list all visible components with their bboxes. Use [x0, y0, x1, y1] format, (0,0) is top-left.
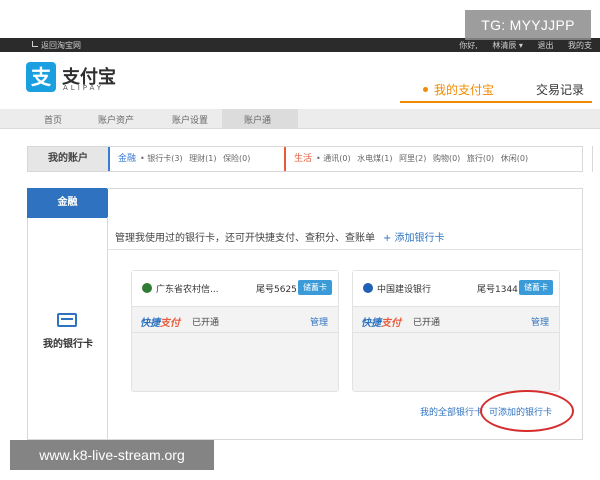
- finance-item-bankcard[interactable]: 银行卡(3): [147, 154, 182, 163]
- bank-card-header: 中国建设银行 尾号1344 储蓄卡: [353, 271, 559, 307]
- quick-pay-row: 快捷支付 已开通 管理: [132, 307, 338, 333]
- quick-pay-status: 已开通: [413, 318, 441, 328]
- my-alipay-link[interactable]: 我的支付宝: [423, 81, 494, 98]
- finance-category[interactable]: 金融: [118, 154, 136, 164]
- bank-name: 广东省农村信...: [156, 285, 219, 295]
- nav-assets[interactable]: 账户资产: [98, 113, 134, 126]
- main-panel-top: [107, 188, 583, 217]
- active-underline: [400, 101, 592, 103]
- ccb-logo-icon: [363, 283, 373, 293]
- finance-group: 金融 • 银行卡(3) 理财(1) 保险(0): [108, 147, 254, 171]
- quick-pay-logo: 快捷支付: [140, 314, 180, 329]
- my-bank-cards-label[interactable]: 我的银行卡: [28, 335, 108, 350]
- quick-pay-a: 快捷: [361, 318, 381, 329]
- life-item-leisure[interactable]: 休闲(0): [501, 154, 528, 163]
- back-arrow-icon: [32, 41, 38, 47]
- life-item-ali[interactable]: 阿里(2): [399, 154, 426, 163]
- manage-link[interactable]: 管理: [310, 315, 328, 328]
- nav-settings[interactable]: 账户设置: [172, 113, 208, 126]
- left-side-panel: 金融 我的银行卡: [27, 188, 108, 440]
- finance-item-wealth[interactable]: 理财(1): [189, 154, 216, 163]
- life-item-utilities[interactable]: 水电煤(1): [357, 154, 392, 163]
- greeting: 你好,: [459, 41, 478, 50]
- bank-card-1[interactable]: 广东省农村信... 尾号5625 储蓄卡 快捷支付 已开通 管理: [131, 270, 339, 392]
- life-item-shopping[interactable]: 购物(0): [433, 154, 460, 163]
- divider: [107, 249, 583, 250]
- quick-pay-status: 已开通: [192, 318, 220, 328]
- logout-link[interactable]: 退出: [537, 41, 553, 50]
- transactions-link[interactable]: 交易记录: [536, 81, 584, 98]
- user-menu[interactable]: 林清辰 ▾: [492, 41, 523, 50]
- my-account-label: 我的账户: [28, 147, 108, 171]
- back-to-taobao-link[interactable]: 返回淘宝网: [32, 40, 81, 51]
- finance-item-insurance[interactable]: 保险(0): [223, 154, 250, 163]
- rural-credit-bank-logo-icon: [142, 283, 152, 293]
- life-group: 生活 • 通讯(0) 水电煤(1) 阿里(2) 购物(0) 旅行(0) 休闲(0): [284, 147, 532, 171]
- card-type-badge: 储蓄卡: [298, 280, 332, 295]
- active-dot-icon: [423, 87, 428, 92]
- all-bank-cards-link[interactable]: 我的全部银行卡: [420, 405, 483, 418]
- card-tail-number: 尾号5625: [256, 285, 297, 295]
- bank-card-2[interactable]: 中国建设银行 尾号1344 储蓄卡 快捷支付 已开通 管理: [352, 270, 560, 392]
- bank-name: 中国建设银行: [377, 285, 432, 295]
- account-subbar: 我的账户 金融 • 银行卡(3) 理财(1) 保险(0) 生活 • 通讯(0) 水电…: [27, 146, 583, 172]
- description-text: 管理我使用过的银行卡，还可开快捷支付、查积分、查账单: [115, 233, 375, 244]
- quick-pay-b: 支付: [381, 318, 401, 329]
- life-item-travel[interactable]: 旅行(0): [467, 154, 494, 163]
- back-label: 返回淘宝网: [41, 41, 81, 50]
- card-type-badge: 储蓄卡: [519, 280, 553, 295]
- life-category[interactable]: 生活: [294, 154, 312, 164]
- bank-card-icon: [57, 313, 77, 327]
- main-nav: 首页 账户资产 账户设置 账户通: [0, 109, 600, 129]
- quick-pay-a: 快捷: [140, 318, 160, 329]
- my-alipay-top-link[interactable]: 我的支: [568, 41, 592, 50]
- quick-pay-logo: 快捷支付: [361, 314, 401, 329]
- highlight-circle: [480, 390, 574, 432]
- top-right-links: 你好, 林清辰 ▾ 退出 我的支: [447, 40, 592, 51]
- watermark-bottom: www.k8-live-stream.org: [10, 440, 214, 470]
- finance-tab[interactable]: 金融: [27, 188, 108, 218]
- quick-pay-row: 快捷支付 已开通 管理: [353, 307, 559, 333]
- my-alipay-label: 我的支付宝: [434, 83, 495, 97]
- add-bank-card-link[interactable]: + 添加银行卡: [383, 233, 445, 244]
- manage-link[interactable]: 管理: [531, 315, 549, 328]
- nav-home[interactable]: 首页: [44, 113, 62, 126]
- logo-en-text: ALIPAY: [63, 84, 105, 92]
- watermark-top: TG: MYYJJPP: [465, 10, 591, 40]
- card-tail-number: 尾号1344: [477, 285, 518, 295]
- life-item-telecom[interactable]: 通讯(0): [323, 154, 350, 163]
- alipay-logo-icon: 支: [26, 62, 56, 92]
- nav-account-link[interactable]: 账户通: [244, 113, 271, 126]
- bank-card-description: 管理我使用过的银行卡，还可开快捷支付、查积分、查账单 + 添加银行卡: [115, 229, 445, 244]
- top-account-bar: 返回淘宝网 你好, 林清辰 ▾ 退出 我的支: [0, 38, 600, 52]
- bank-card-header: 广东省农村信... 尾号5625 储蓄卡: [132, 271, 338, 307]
- subbar-edge: [592, 146, 600, 172]
- quick-pay-b: 支付: [160, 318, 180, 329]
